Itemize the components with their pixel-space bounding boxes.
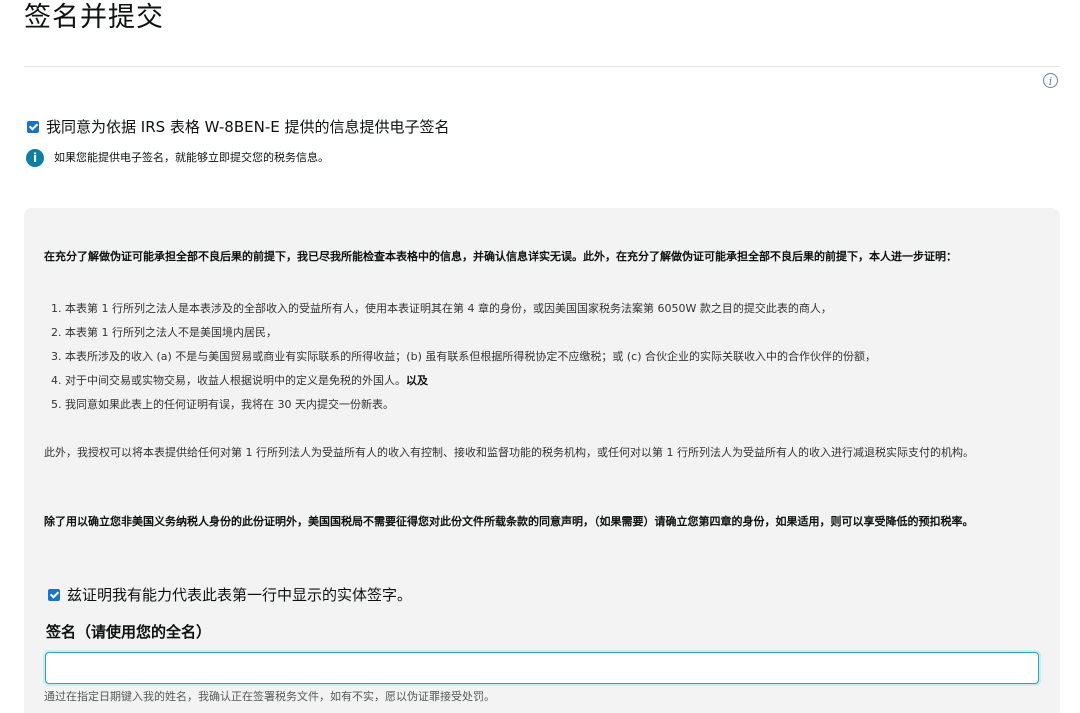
esign-info-alert: i 如果您能提供电子签名，就能够立即提交您的税务信息。	[26, 148, 329, 168]
certification-irs-notice: 除了用以确立您非美国义务纳税人身份的此份证明外，美国国税局不需要征得您对此份文件…	[44, 515, 974, 528]
checkbox-checked-icon[interactable]	[27, 121, 39, 133]
checkbox-checked-icon[interactable]	[48, 589, 60, 601]
certification-item: 4. 对于中间交易或实物交易，收益人根据说明中的定义是免税的外国人。以及	[51, 371, 428, 391]
signature-label: 签名（请使用您的全名）	[46, 623, 212, 641]
capacity-label: 兹证明我有能力代表此表第一行中显示的实体签字。	[67, 586, 413, 604]
certification-item-suffix: 以及	[406, 374, 428, 387]
esign-alert-text: 如果您能提供电子签名，就能够立即提交您的税务信息。	[54, 151, 329, 164]
page-title: 签名并提交	[24, 2, 164, 33]
certification-item: 1. 本表第 1 行所列之法人是本表涉及的全部收入的受益所有人，使用本表证明其在…	[51, 302, 832, 315]
certification-intro: 在充分了解做伪证可能承担全部不良后果的前提下，我已尽我所能检查本表格中的信息，并…	[44, 250, 957, 263]
sign-and-submit-page: 签名并提交 i 我同意为依据 IRS 表格 W-8BEN-E 提供的信息提供电子…	[0, 0, 1080, 713]
signature-hint: 通过在指定日期键入我的姓名，我确认正在签署税务文件，如有不实，愿以伪证罪接受处罚…	[44, 690, 495, 703]
info-circle-icon[interactable]: i	[1043, 73, 1058, 88]
certification-item: 2. 本表第 1 行所列之法人不是美国境内居民，	[51, 326, 277, 339]
certification-item: 5. 我同意如果此表上的任何证明有误，我将在 30 天内提交一份新表。	[51, 398, 394, 411]
esign-consent-label: 我同意为依据 IRS 表格 W-8BEN-E 提供的信息提供电子签名	[46, 118, 450, 136]
capacity-checkbox[interactable]: 兹证明我有能力代表此表第一行中显示的实体签字。	[48, 584, 412, 606]
certification-authorization: 此外，我授权可以将本表提供给任何对第 1 行所列法人为受益所有人的收入有控制、接…	[44, 446, 974, 459]
divider	[24, 66, 1060, 67]
certification-item: 3. 本表所涉及的收入 (a) 不是与美国贸易或商业有实际联系的所得收益；(b)…	[51, 350, 876, 363]
info-filled-icon: i	[26, 149, 44, 167]
certification-item-text: 4. 对于中间交易或实物交易，收益人根据说明中的定义是免税的外国人。	[51, 374, 406, 387]
signature-input[interactable]	[45, 652, 1039, 684]
esign-consent-checkbox[interactable]: 我同意为依据 IRS 表格 W-8BEN-E 提供的信息提供电子签名	[27, 116, 450, 138]
certification-panel: 在充分了解做伪证可能承担全部不良后果的前提下，我已尽我所能检查本表格中的信息，并…	[24, 208, 1060, 713]
